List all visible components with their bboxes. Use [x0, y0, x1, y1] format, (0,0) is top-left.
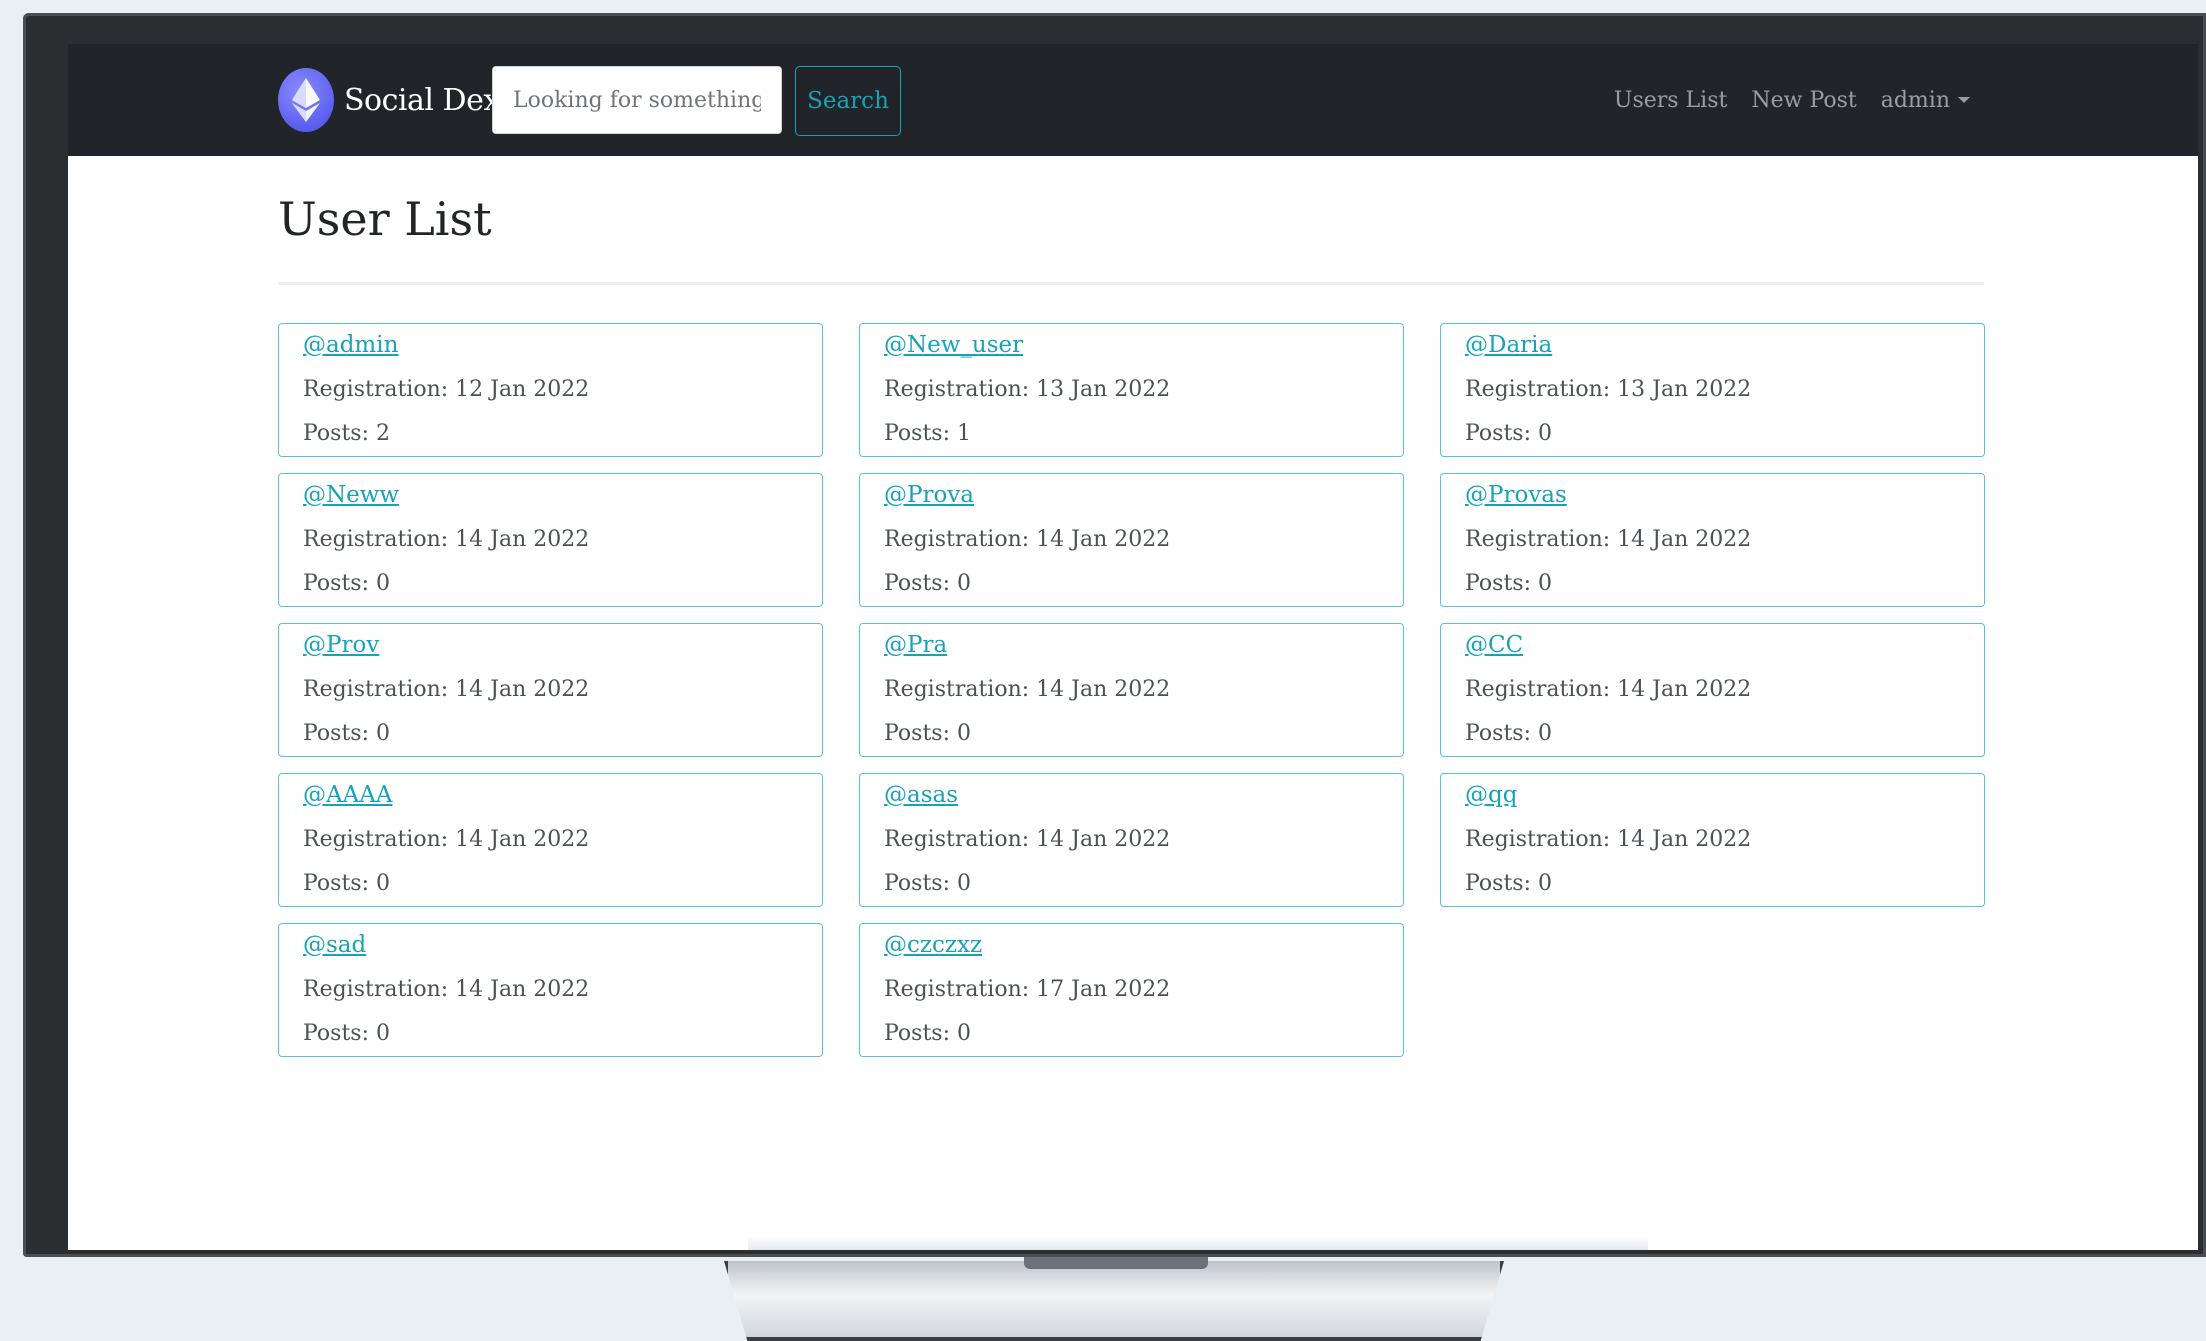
nav-links: Users List New Post admin: [1614, 78, 1970, 122]
user-posts-count: Posts: 0: [303, 571, 390, 596]
user-handle-link[interactable]: @Prov: [303, 632, 798, 658]
user-posts-count: Posts: 2: [303, 421, 390, 446]
user-card: @New_user Registration: 13 Jan 2022 Posts:…: [859, 323, 1404, 457]
user-posts-count: Posts: 0: [884, 721, 971, 746]
user-card: @Prova Registration: 14 Jan 2022 Posts: 0: [859, 473, 1404, 607]
ethereum-icon: [278, 68, 334, 132]
user-posts-count: Posts: 0: [1465, 721, 1552, 746]
screen-glare: [748, 1236, 1648, 1250]
user-registration: Registration: 14 Jan 2022: [303, 527, 590, 552]
user-handle-link[interactable]: @sad: [303, 932, 798, 958]
user-posts-count: Posts: 0: [303, 871, 390, 896]
user-card: @admin Registration: 12 Jan 2022 Posts: 2: [278, 323, 823, 457]
user-posts-count: Posts: 0: [1465, 871, 1552, 896]
user-handle-link[interactable]: @Daria: [1465, 332, 1960, 358]
brand[interactable]: Social Dex: [278, 68, 500, 132]
user-posts-count: Posts: 0: [303, 721, 390, 746]
user-handle-link[interactable]: @Neww: [303, 482, 798, 508]
user-card: @czczxz Registration: 17 Jan 2022 Posts: 0: [859, 923, 1404, 1057]
user-registration: Registration: 14 Jan 2022: [884, 827, 1171, 852]
user-handle-link[interactable]: @AAAA: [303, 782, 798, 808]
tv-bezel: Social Dex Search Users List New Post ad…: [23, 13, 2206, 1257]
user-registration: Registration: 14 Jan 2022: [884, 527, 1171, 552]
user-handle-link[interactable]: @CC: [1465, 632, 1960, 658]
user-registration: Registration: 14 Jan 2022: [303, 677, 590, 702]
user-registration: Registration: 13 Jan 2022: [1465, 377, 1752, 402]
user-handle-link[interactable]: @New_user: [884, 332, 1379, 358]
user-card: @asas Registration: 14 Jan 2022 Posts: 0: [859, 773, 1404, 907]
page-title: User List: [278, 192, 492, 246]
brand-name: Social Dex: [344, 82, 500, 118]
caret-down-icon: [1958, 97, 1970, 103]
user-registration: Registration: 14 Jan 2022: [1465, 527, 1752, 552]
user-posts-count: Posts: 1: [884, 421, 971, 446]
user-posts-count: Posts: 0: [884, 571, 971, 596]
stand-neck: [1024, 1257, 1208, 1269]
user-handle-link[interactable]: @Prova: [884, 482, 1379, 508]
search-input[interactable]: [492, 66, 782, 134]
user-card: @Prov Registration: 14 Jan 2022 Posts: 0: [278, 623, 823, 757]
user-registration: Registration: 14 Jan 2022: [303, 977, 590, 1002]
user-handle-link[interactable]: @qq: [1465, 782, 1960, 808]
user-card: @CC Registration: 14 Jan 2022 Posts: 0: [1440, 623, 1985, 757]
user-posts-count: Posts: 0: [1465, 571, 1552, 596]
user-registration: Registration: 17 Jan 2022: [884, 977, 1171, 1002]
search-button[interactable]: Search: [795, 66, 901, 136]
user-registration: Registration: 14 Jan 2022: [884, 677, 1171, 702]
tv-stand: [724, 1257, 1504, 1341]
navbar: Social Dex Search Users List New Post ad…: [68, 44, 2198, 156]
account-dropdown-label: admin: [1880, 87, 1950, 113]
user-posts-count: Posts: 0: [1465, 421, 1552, 446]
user-card: @qq Registration: 14 Jan 2022 Posts: 0: [1440, 773, 1985, 907]
user-handle-link[interactable]: @Provas: [1465, 482, 1960, 508]
user-posts-count: Posts: 0: [884, 871, 971, 896]
user-handle-link[interactable]: @asas: [884, 782, 1379, 808]
user-posts-count: Posts: 0: [884, 1021, 971, 1046]
user-registration: Registration: 14 Jan 2022: [303, 827, 590, 852]
user-card: @Neww Registration: 14 Jan 2022 Posts: 0: [278, 473, 823, 607]
user-registration: Registration: 12 Jan 2022: [303, 377, 590, 402]
user-posts-count: Posts: 0: [303, 1021, 390, 1046]
user-card: @Provas Registration: 14 Jan 2022 Posts: 0: [1440, 473, 1985, 607]
user-registration: Registration: 13 Jan 2022: [884, 377, 1171, 402]
stand-base: [724, 1261, 1504, 1341]
user-card: @sad Registration: 14 Jan 2022 Posts: 0: [278, 923, 823, 1057]
nav-link-users-list[interactable]: Users List: [1614, 88, 1727, 113]
user-handle-link[interactable]: @admin: [303, 332, 798, 358]
screen: Social Dex Search Users List New Post ad…: [68, 44, 2198, 1250]
user-card: @AAAA Registration: 14 Jan 2022 Posts: 0: [278, 773, 823, 907]
user-grid: @admin Registration: 12 Jan 2022 Posts: 2 @…: [278, 323, 1985, 1057]
user-handle-link[interactable]: @Pra: [884, 632, 1379, 658]
divider: [278, 282, 1984, 285]
user-card: @Pra Registration: 14 Jan 2022 Posts: 0: [859, 623, 1404, 757]
nav-link-new-post[interactable]: New Post: [1751, 88, 1856, 113]
user-registration: Registration: 14 Jan 2022: [1465, 677, 1752, 702]
user-registration: Registration: 14 Jan 2022: [1465, 827, 1752, 852]
user-handle-link[interactable]: @czczxz: [884, 932, 1379, 958]
account-dropdown[interactable]: admin: [1881, 88, 1970, 113]
user-card: @Daria Registration: 13 Jan 2022 Posts: 0: [1440, 323, 1985, 457]
